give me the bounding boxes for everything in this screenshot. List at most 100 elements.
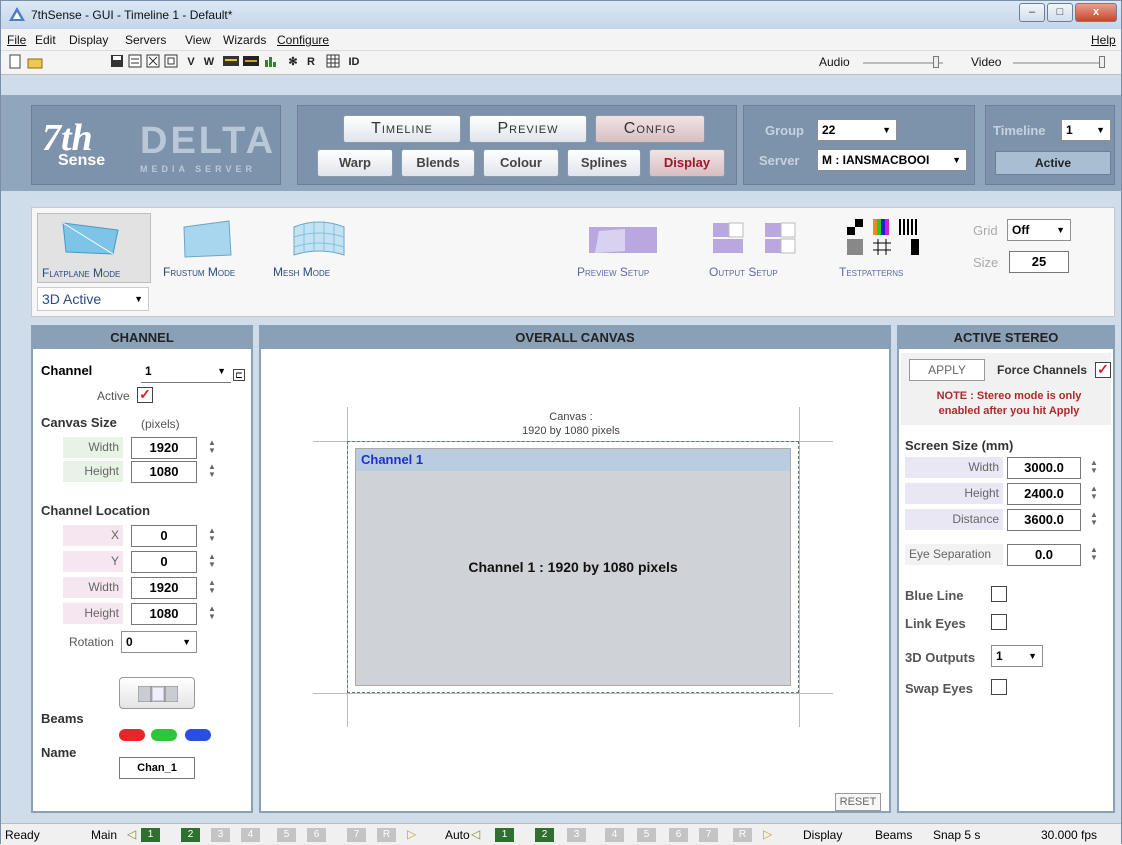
frustum-mode-button[interactable]: Frustum Mode <box>159 213 263 283</box>
stereo-mode-dropdown[interactable]: 3D Active ▼ <box>37 287 149 311</box>
maximize-button[interactable]: □ <box>1047 3 1073 22</box>
eye-separation-spinner[interactable]: ▲ ▼ <box>1089 546 1099 564</box>
tab-warp[interactable]: Warp <box>317 149 393 177</box>
channel-name-field[interactable]: Chan_1 <box>119 757 195 779</box>
size-field[interactable]: 25 <box>1009 251 1069 273</box>
menu-wizards[interactable]: Wizards <box>223 33 266 47</box>
main-next-arrow-icon[interactable]: ▷ <box>407 827 416 841</box>
menu-servers[interactable]: Servers <box>125 33 166 47</box>
table-icon[interactable] <box>325 54 341 70</box>
tab-config[interactable]: Config <box>595 115 705 143</box>
menu-edit[interactable]: Edit <box>35 33 56 47</box>
audio-slider-thumb[interactable] <box>933 56 939 68</box>
location-height-field[interactable]: 1080 <box>131 603 197 625</box>
auto-slot-r[interactable]: R <box>733 828 752 842</box>
auto-next-arrow-icon[interactable]: ▷ <box>763 827 772 841</box>
asterisk-icon[interactable]: ✻ <box>285 54 301 70</box>
menu-display[interactable]: Display <box>69 33 108 47</box>
channel-1-rect[interactable]: Channel 1 Channel 1 : 1920 by 1080 pixel… <box>355 448 791 686</box>
auto-slot-3[interactable]: 3 <box>567 828 586 842</box>
id-button[interactable]: ID <box>343 54 365 70</box>
force-channels-checkbox[interactable]: ✓ <box>1095 362 1111 378</box>
tab-preview[interactable]: Preview <box>469 115 587 143</box>
location-height-spinner[interactable]: ▲ ▼ <box>207 605 217 623</box>
flatplane-mode-button[interactable]: Flatplane Mode <box>37 213 151 283</box>
group-dropdown[interactable]: 22 ▼ <box>817 119 897 141</box>
rotation-dropdown[interactable]: 0 ▼ <box>121 631 197 653</box>
main-slot-r[interactable]: R <box>377 828 396 842</box>
main-slot-7[interactable]: 7 <box>347 828 366 842</box>
grid-dropdown[interactable]: Off ▼ <box>1007 219 1071 241</box>
auto-prev-arrow-icon[interactable]: ◁ <box>471 827 480 841</box>
menu-help[interactable]: Help <box>1091 33 1116 47</box>
main-slot-1[interactable]: 1 <box>141 828 160 842</box>
screen-distance-spinner[interactable]: ▲ ▼ <box>1089 511 1099 529</box>
screen-height-spinner[interactable]: ▲ ▼ <box>1089 485 1099 503</box>
main-slot-4[interactable]: 4 <box>241 828 260 842</box>
w-button[interactable]: W <box>201 54 217 70</box>
fit-icon[interactable] <box>145 54 161 70</box>
v-button[interactable]: V <box>183 54 199 70</box>
chart-icon[interactable] <box>263 54 279 70</box>
colorbars-icon[interactable] <box>243 54 259 70</box>
x-spinner[interactable]: ▲ ▼ <box>207 527 217 545</box>
open-folder-icon[interactable] <box>27 54 43 70</box>
menu-configure[interactable]: Configure <box>277 33 329 47</box>
apply-button[interactable]: APPLY <box>909 359 985 381</box>
y-spinner[interactable]: ▲ ▼ <box>207 553 217 571</box>
video-slider-thumb[interactable] <box>1099 56 1105 68</box>
channel-copy-icon[interactable]: ⊏ <box>233 369 245 381</box>
menu-file[interactable]: File <box>7 33 26 47</box>
canvas-width-field[interactable]: 1920 <box>131 437 197 459</box>
channel-1-header[interactable]: Channel 1 <box>356 449 790 471</box>
tab-splines[interactable]: Splines <box>567 149 641 177</box>
tab-timeline[interactable]: Timeline <box>343 115 461 143</box>
3d-outputs-dropdown[interactable]: 1 ▼ <box>991 645 1043 667</box>
beam-blue[interactable] <box>185 729 211 741</box>
x-field[interactable]: 0 <box>131 525 197 547</box>
mesh-mode-button[interactable]: Mesh Mode <box>269 213 369 283</box>
menu-view[interactable]: View <box>185 33 211 47</box>
y-field[interactable]: 0 <box>131 551 197 573</box>
canvas-height-spinner[interactable]: ▲ ▼ <box>207 463 217 481</box>
screen-width-field[interactable]: 3000.0 <box>1007 457 1081 479</box>
screen-width-spinner[interactable]: ▲ ▼ <box>1089 459 1099 477</box>
main-slot-6[interactable]: 6 <box>307 828 326 842</box>
timeline-dropdown[interactable]: 1 ▼ <box>1061 119 1111 141</box>
beam-green[interactable] <box>151 729 177 741</box>
main-slot-3[interactable]: 3 <box>211 828 230 842</box>
main-slot-2[interactable]: 2 <box>181 828 200 842</box>
tab-colour[interactable]: Colour <box>483 149 559 177</box>
canvas-height-field[interactable]: 1080 <box>131 461 197 483</box>
r-button[interactable]: R <box>303 54 319 70</box>
channel-dropdown[interactable]: 1 ▼ <box>141 361 231 383</box>
save-icon[interactable] <box>109 54 125 70</box>
eye-separation-field[interactable]: 0.0 <box>1007 544 1081 566</box>
main-slot-5[interactable]: 5 <box>277 828 296 842</box>
auto-slot-2[interactable]: 2 <box>535 828 554 842</box>
properties-icon[interactable] <box>127 54 143 70</box>
layers-icon[interactable] <box>223 54 239 70</box>
blue-line-checkbox[interactable] <box>991 586 1007 602</box>
auto-slot-5[interactable]: 5 <box>637 828 656 842</box>
video-slider[interactable] <box>1013 62 1103 64</box>
tab-blends[interactable]: Blends <box>401 149 475 177</box>
screen-distance-field[interactable]: 3600.0 <box>1007 509 1081 531</box>
main-prev-arrow-icon[interactable]: ◁ <box>127 827 136 841</box>
new-file-icon[interactable] <box>7 54 23 70</box>
testpatterns-button[interactable]: Testpatterns <box>835 213 935 283</box>
auto-slot-7[interactable]: 7 <box>699 828 718 842</box>
link-eyes-checkbox[interactable] <box>991 614 1007 630</box>
location-width-spinner[interactable]: ▲ ▼ <box>207 579 217 597</box>
audio-slider[interactable] <box>863 62 943 64</box>
auto-slot-6[interactable]: 6 <box>669 828 688 842</box>
auto-slot-4[interactable]: 4 <box>605 828 624 842</box>
location-width-field[interactable]: 1920 <box>131 577 197 599</box>
canvas-width-spinner[interactable]: ▲ ▼ <box>207 439 217 457</box>
output-setup-button[interactable]: Output Setup <box>703 213 813 283</box>
beam-config-button[interactable] <box>119 677 195 709</box>
screen-height-field[interactable]: 2400.0 <box>1007 483 1081 505</box>
close-button[interactable]: x <box>1075 3 1117 22</box>
minimize-button[interactable]: – <box>1019 3 1045 22</box>
tab-display[interactable]: Display <box>649 149 725 177</box>
